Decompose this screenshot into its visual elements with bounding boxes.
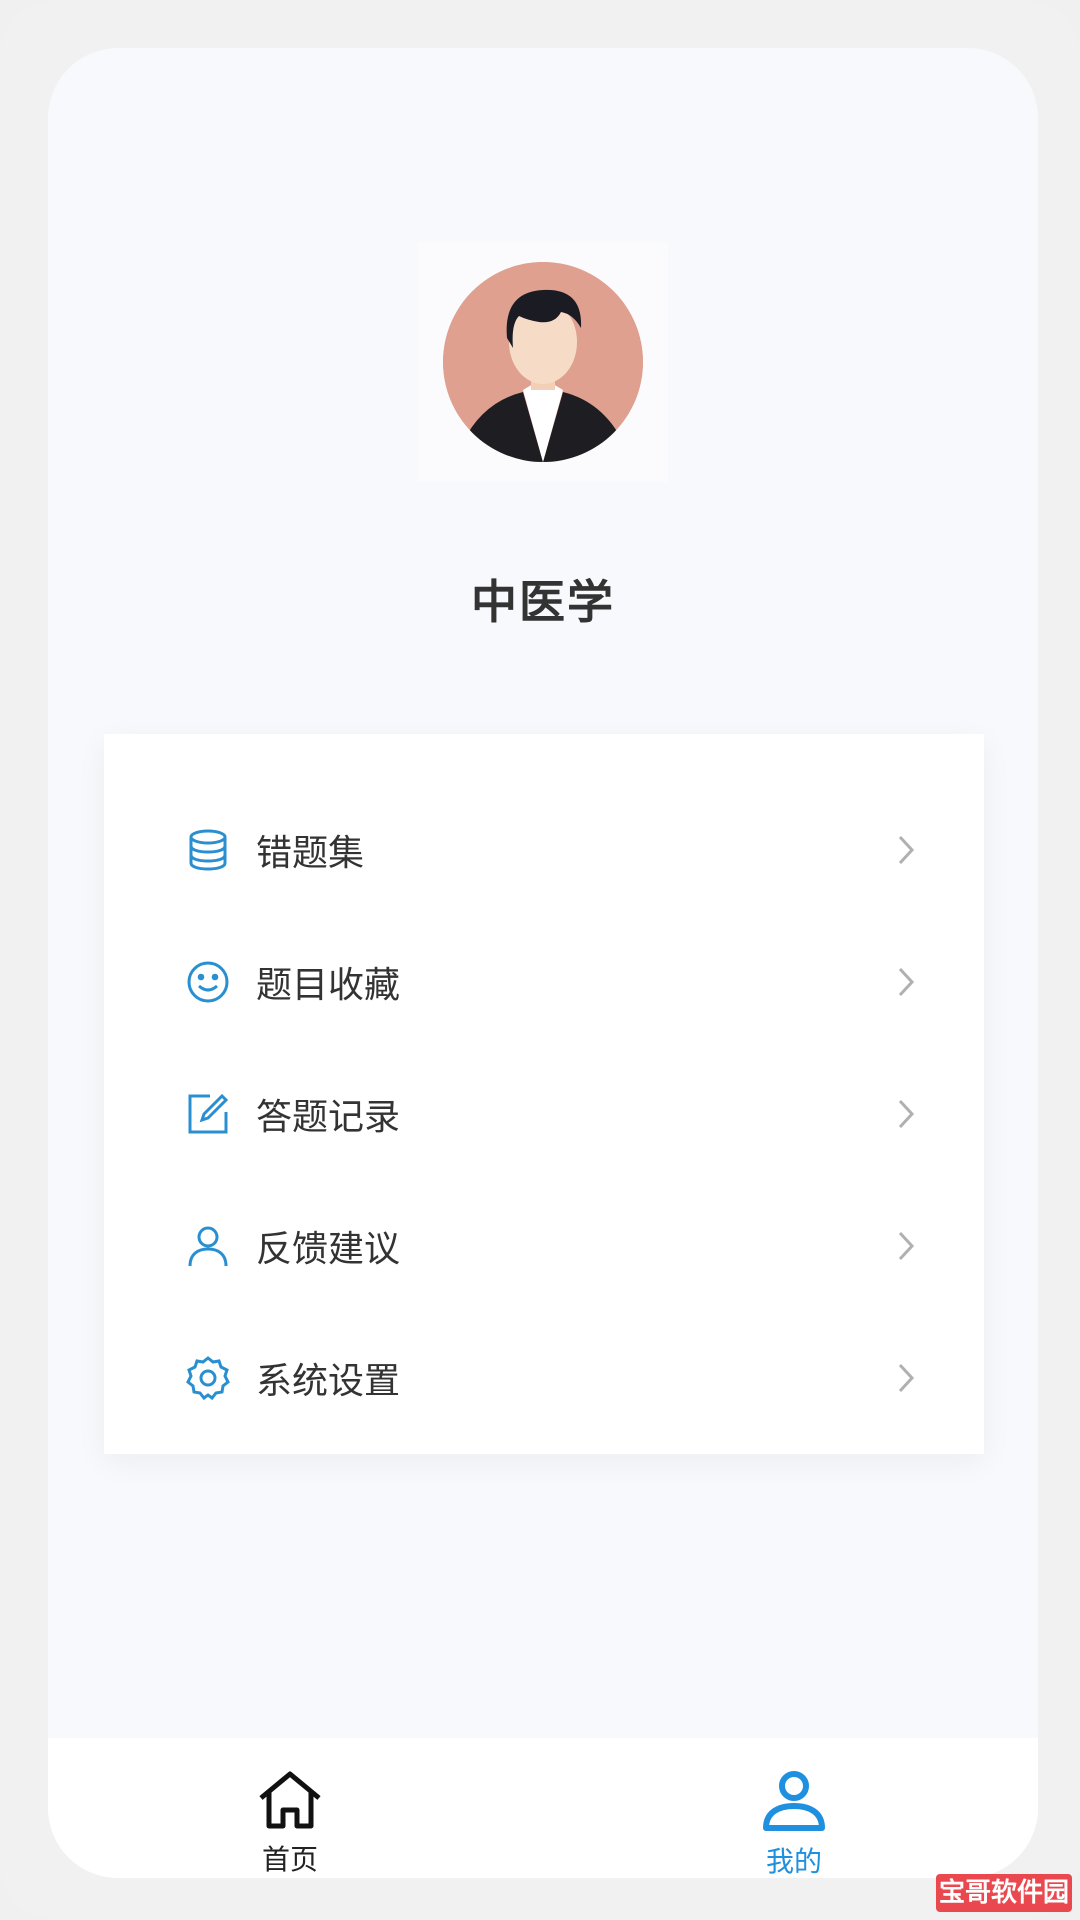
smiley-icon [184, 958, 232, 1006]
menu-item-favorites[interactable]: 题目收藏 [104, 916, 984, 1048]
menu-item-label: 反馈建议 [256, 1229, 401, 1270]
chevron-right-icon [892, 1358, 920, 1398]
menu-card: 错题集 题目收藏 答题记录 反馈建议 系统设置 [104, 734, 984, 1454]
edit-icon [184, 1090, 232, 1138]
tab-home[interactable]: 首页 [190, 1738, 390, 1878]
menu-item-label: 答题记录 [256, 1097, 401, 1138]
app-screen: 中医学 错题集 题目收藏 答题记录 反馈建议 系统设置 首页 我的 [48, 48, 1038, 1878]
chevron-right-icon [892, 962, 920, 1002]
chevron-right-icon [892, 830, 920, 870]
user-icon [759, 1770, 829, 1832]
menu-item-label: 题目收藏 [256, 965, 401, 1006]
menu-item-feedback[interactable]: 反馈建议 [104, 1180, 984, 1312]
database-icon [184, 826, 232, 874]
menu-item-settings[interactable]: 系统设置 [104, 1312, 984, 1444]
profile-name: 中医学 [471, 575, 615, 629]
device-frame: 中医学 错题集 题目收藏 答题记录 反馈建议 系统设置 首页 我的 [0, 0, 1080, 1920]
menu-item-answer-history[interactable]: 答题记录 [104, 1048, 984, 1180]
tab-label: 首页 [261, 1843, 318, 1876]
user-icon [184, 1222, 232, 1270]
menu-item-wrong-questions[interactable]: 错题集 [104, 784, 984, 916]
chevron-right-icon [892, 1094, 920, 1134]
watermark-badge: 宝哥软件园 [936, 1874, 1072, 1912]
menu-item-label: 错题集 [256, 833, 365, 874]
avatar-container[interactable] [418, 242, 668, 482]
avatar[interactable] [443, 262, 643, 462]
menu-item-label: 系统设置 [256, 1361, 401, 1402]
chevron-right-icon [892, 1226, 920, 1266]
home-icon [255, 1770, 325, 1830]
gear-icon [184, 1354, 232, 1402]
avatar-illustration [443, 262, 643, 462]
bottom-tab-bar: 首页 我的 [48, 1738, 1038, 1878]
tab-label: 我的 [765, 1845, 822, 1878]
tab-mine[interactable]: 我的 [694, 1738, 894, 1878]
